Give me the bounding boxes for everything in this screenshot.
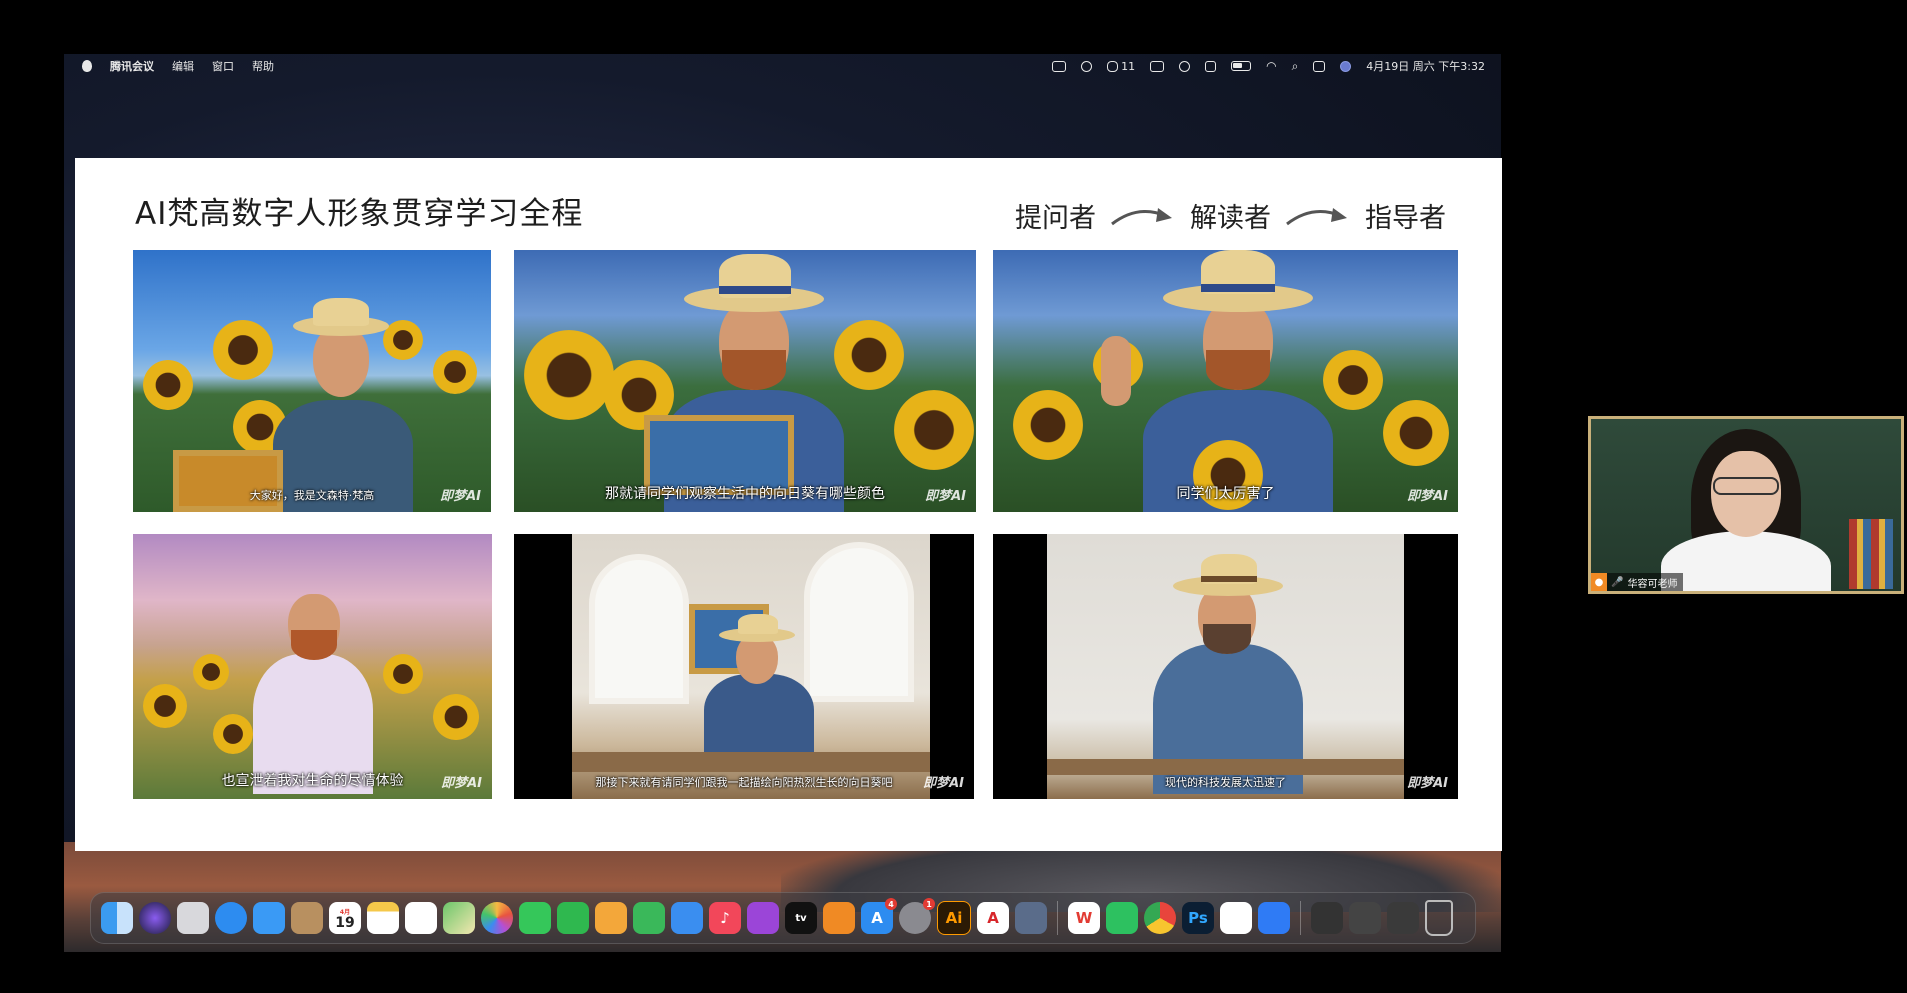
dock-separator (1300, 901, 1301, 935)
role-flow: 提问者 解读者 指导者 (1015, 196, 1446, 235)
contacts-icon[interactable] (291, 902, 323, 934)
menu-app-name[interactable]: 腾讯会议 (110, 58, 154, 74)
reminders-icon[interactable] (405, 902, 437, 934)
menu-edit[interactable]: 编辑 (172, 58, 194, 74)
battery-icon[interactable] (1231, 61, 1252, 71)
finder-icon[interactable] (101, 902, 133, 934)
watermark: 即梦AI (1407, 776, 1448, 791)
arrow-icon (1286, 207, 1347, 225)
screen-mirror-icon[interactable] (1150, 60, 1165, 72)
baidu-netdisk-icon[interactable] (1220, 902, 1252, 934)
participant-label: ● 🎤 华容可老师 (1591, 573, 1684, 591)
participant-shirt (1661, 531, 1831, 591)
wechat-count: 11 (1121, 59, 1136, 73)
menu-datetime[interactable]: 4月19日 周六 下午3:32 (1366, 58, 1485, 74)
dock: 4月 19 ♪ tv A 4 1 Ai A W Ps (90, 892, 1476, 944)
pages-icon[interactable] (595, 902, 627, 934)
mic-icon: 🎤 (1611, 576, 1624, 588)
tv-icon[interactable]: tv (785, 902, 817, 934)
siri-icon[interactable] (1340, 60, 1352, 72)
participant-video[interactable]: ● 🎤 华容可老师 (1588, 416, 1904, 594)
photos-icon[interactable] (481, 902, 513, 934)
mail-icon[interactable] (253, 902, 285, 934)
menu-window[interactable]: 窗口 (212, 58, 234, 74)
calendar-day: 19 (335, 914, 355, 931)
chrome-icon[interactable] (1144, 902, 1176, 934)
menu-help[interactable]: 帮助 (252, 58, 274, 74)
panel-4-image: 也宣泄着我对生命的尽情体验 即梦AI (133, 534, 492, 799)
appstore-icon[interactable]: A 4 (861, 898, 897, 934)
keynote-icon[interactable] (671, 902, 703, 934)
facetime-icon[interactable] (557, 902, 589, 934)
eye-icon[interactable] (1179, 60, 1191, 72)
shared-slide: AI梵高数字人形象贯穿学习全程 提问者 解读者 指导者 大家好，我是文森特·梵高… (75, 158, 1502, 851)
tencent-meeting-icon[interactable] (1258, 902, 1290, 934)
acrobat-icon[interactable]: A (977, 902, 1009, 934)
finder-link-icon[interactable] (1081, 60, 1093, 72)
role-guide: 指导者 (1365, 203, 1446, 234)
settings-badge: 1 (923, 898, 935, 910)
illustrator-icon[interactable]: Ai (937, 901, 971, 935)
maps-icon[interactable] (443, 902, 475, 934)
panel-2-caption: 那就请同学们观察生活中的向日葵有哪些颜色 (605, 486, 885, 502)
window-icon[interactable] (1349, 902, 1381, 934)
role-questioner: 提问者 (1015, 203, 1096, 234)
calendar-icon[interactable]: 4月 19 (329, 902, 361, 934)
messages-icon[interactable] (519, 902, 551, 934)
panel-1-image: 大家好，我是文森特·梵高 即梦AI (133, 250, 491, 512)
panel-2-image: 那就请同学们观察生活中的向日葵有哪些颜色 即梦AI (514, 250, 976, 512)
music-icon[interactable]: ♪ (709, 902, 741, 934)
photoshop-icon[interactable]: Ps (1182, 902, 1214, 934)
search-icon[interactable]: ⌕ (1292, 59, 1299, 74)
siri-icon[interactable] (139, 902, 171, 934)
participant-name: 华容可老师 (1627, 578, 1678, 590)
window-icon[interactable] (1387, 902, 1419, 934)
panel-5-image: 那接下来就有请同学们跟我一起描绘向阳热烈生长的向日葵吧 即梦AI (514, 534, 974, 799)
watermark: 即梦AI (925, 489, 966, 504)
wifi-icon[interactable]: ◠ (1266, 60, 1276, 72)
panel-6-image: 现代的科技发展太迅速了 即梦AI (993, 534, 1458, 799)
watermark: 即梦AI (440, 489, 481, 504)
wps-icon[interactable]: W (1068, 902, 1100, 934)
numbers-icon[interactable] (633, 902, 665, 934)
wechat-icon[interactable]: 11 (1107, 60, 1135, 73)
launchpad-icon[interactable] (177, 902, 209, 934)
mail-badge: 4 (885, 898, 897, 910)
books-icon[interactable] (823, 902, 855, 934)
panel-3-caption: 同学们太厉害了 (1176, 486, 1275, 502)
participant-glasses (1713, 477, 1779, 495)
watermark: 即梦AI (1407, 489, 1448, 504)
wps-icon[interactable] (1052, 60, 1067, 72)
watermark: 即梦AI (923, 776, 964, 791)
podcasts-icon[interactable] (747, 902, 779, 934)
control-center-icon[interactable] (1313, 60, 1326, 72)
role-interpreter: 解读者 (1190, 203, 1271, 234)
panel-6-caption: 现代的科技发展太迅速了 (1165, 776, 1286, 789)
host-icon: ● (1591, 573, 1607, 591)
apple-menu-icon[interactable] (82, 60, 92, 72)
notes-icon[interactable] (367, 902, 399, 934)
arrow-icon (1111, 207, 1172, 225)
window-icon[interactable] (1311, 902, 1343, 934)
trash-icon[interactable] (1425, 900, 1453, 936)
panel-3-image: 同学们太厉害了 即梦AI (993, 250, 1458, 512)
slide-title: AI梵高数字人形象贯穿学习全程 (135, 196, 584, 232)
bookshelf (1849, 519, 1893, 589)
dock-separator (1057, 901, 1058, 935)
menu-bar: 腾讯会议 编辑 窗口 帮助 11 ◠ ⌕ 4月19日 周六 下午3:32 (64, 54, 1501, 78)
panel-4-caption: 也宣泄着我对生命的尽情体验 (221, 773, 404, 789)
watermark: 即梦AI (441, 776, 482, 791)
app-icon[interactable] (1015, 902, 1047, 934)
panel-5-caption: 那接下来就有请同学们跟我一起描绘向阳热烈生长的向日葵吧 (595, 776, 893, 789)
safari-icon[interactable] (215, 902, 247, 934)
calculator-icon[interactable] (1205, 60, 1217, 72)
panel-1-caption: 大家好，我是文森特·梵高 (249, 489, 375, 502)
wechat-icon[interactable] (1106, 902, 1138, 934)
settings-icon[interactable]: 1 (899, 898, 935, 934)
